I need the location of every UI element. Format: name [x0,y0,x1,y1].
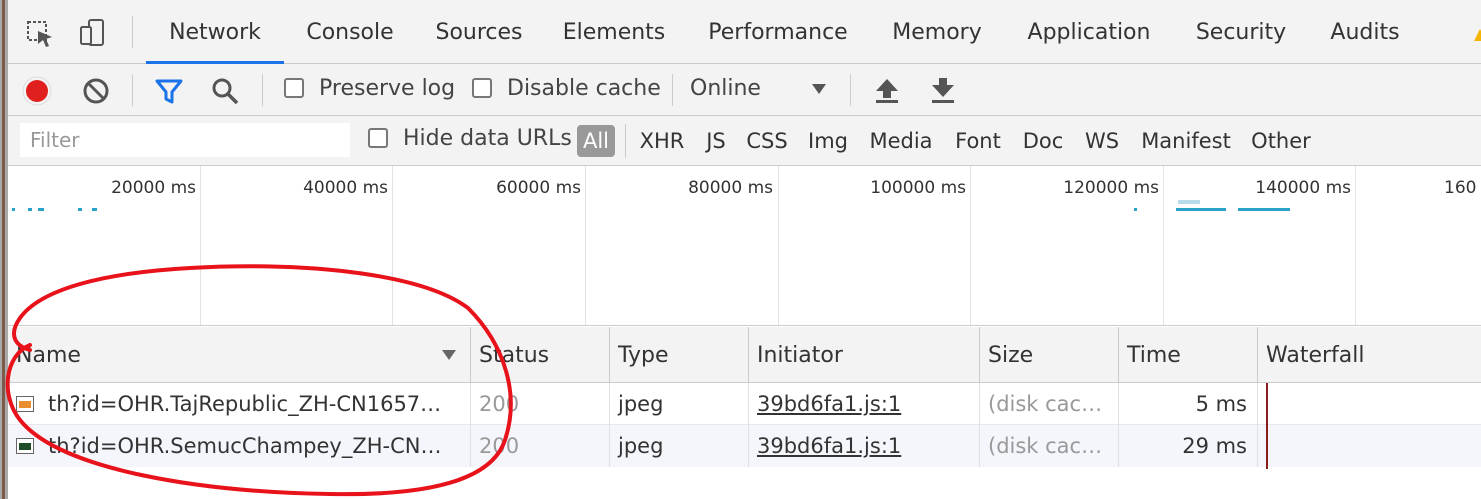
filter-separator [625,124,626,158]
image-thumbnail-icon [16,438,34,454]
record-icon[interactable] [20,74,54,108]
column-header-label: Time [1127,342,1181,368]
column-header-label: Type [618,342,669,368]
type-filter-manifest[interactable]: Manifest [1136,125,1236,157]
cell-name[interactable]: th?id=OHR.SemucChampey_ZH-CN… [8,425,470,467]
import-har-icon[interactable] [872,74,902,106]
tab-audits[interactable]: Audits [1320,0,1410,64]
tab-network[interactable]: Network [146,0,284,64]
type-filter-ws[interactable]: WS [1080,125,1124,157]
column-header-label: Initiator [757,342,843,368]
type-filter-img[interactable]: Img [804,125,852,157]
timeline-tick-label: 120000 ms [1063,178,1159,198]
tab-memory[interactable]: Memory [880,0,994,64]
timeline-tick-label: 100000 ms [870,178,966,198]
preserve-log-label: Preserve log [319,76,456,101]
preserve-log-checkbox[interactable] [284,78,304,98]
cell-type: jpeg [609,425,748,467]
hide-data-urls-checkbox[interactable] [368,128,388,148]
search-icon[interactable] [208,74,242,108]
column-header-initiator[interactable]: Initiator [748,327,979,383]
disable-cache-checkbox[interactable] [472,78,492,98]
tab-security[interactable]: Security [1184,0,1298,64]
type-filter-css[interactable]: CSS [742,125,792,157]
type-filter-font[interactable]: Font [950,125,1006,157]
filter-icon[interactable] [152,75,186,107]
table-row[interactable]: th?id=OHR.SemucChampey_ZH-CN… 200 jpeg 3… [8,425,1481,467]
tab-elements[interactable]: Elements [556,0,672,64]
tab-console[interactable]: Console [294,0,406,64]
column-header-type[interactable]: Type [609,327,748,383]
hide-data-urls-label: Hide data URLs [403,126,572,151]
timeline-tick-label: 40000 ms [303,178,388,198]
column-header-time[interactable]: Time [1118,327,1257,383]
cell-status: 200 [470,425,609,467]
column-header-label: Status [479,342,550,368]
timeline-tick-label: 60000 ms [496,178,581,198]
throttling-select[interactable]: Online [690,76,761,101]
disable-cache-label: Disable cache [507,76,661,101]
column-header-label: Size [988,342,1034,368]
toolbar-separator [850,74,851,106]
timeline-tick-label: 20000 ms [111,178,196,198]
type-filter-all[interactable]: All [577,125,615,157]
export-har-icon[interactable] [928,74,958,106]
tab-performance[interactable]: Performance [698,0,858,64]
column-header-status[interactable]: Status [470,327,609,383]
cell-size: (disk cac… [979,425,1118,467]
table-row[interactable]: th?id=OHR.TajRepublic_ZH-CN1657… 200 jpe… [8,383,1481,425]
type-filter-doc[interactable]: Doc [1018,125,1068,157]
toolbar-separator [262,74,263,106]
cell-name[interactable]: th?id=OHR.TajRepublic_ZH-CN1657… [8,383,470,425]
type-filter-xhr[interactable]: XHR [636,125,688,157]
network-toolbar: Preserve log Disable cache Online [8,64,1481,116]
cell-status: 200 [470,383,609,425]
request-name: th?id=OHR.TajRepublic_ZH-CN1657… [48,392,442,416]
inspect-element-icon[interactable] [24,18,56,50]
cell-time: 5 ms [1118,383,1257,425]
toolbar-separator [672,74,673,106]
chevron-down-icon[interactable] [808,78,830,100]
type-filter-other[interactable]: Other [1248,125,1314,157]
timeline-tick-label: 80000 ms [688,178,773,198]
cell-initiator[interactable]: 39bd6fa1.js:1 [748,383,979,425]
network-overview-timeline[interactable]: 20000 ms 40000 ms 60000 ms 80000 ms 1000… [8,166,1481,326]
request-name: th?id=OHR.SemucChampey_ZH-CN… [48,434,442,458]
tab-application[interactable]: Application [1018,0,1160,64]
clear-icon[interactable] [80,75,112,107]
cell-waterfall [1257,383,1481,425]
cell-type: jpeg [609,383,748,425]
warning-icon[interactable] [1470,26,1481,44]
timeline-tick-label: 160 [1444,178,1477,198]
cell-time: 29 ms [1118,425,1257,467]
image-thumbnail-icon [16,396,34,412]
requests-table: Name Status Type Initiator Size Time Wat… [8,327,1481,499]
waterfall-load-line [1266,383,1268,469]
type-filter-js[interactable]: JS [700,125,732,157]
timeline-tick-label: 140000 ms [1255,178,1351,198]
column-header-label: Name [16,342,81,368]
sort-descending-icon[interactable] [440,347,458,363]
device-toolbar-icon[interactable] [76,16,110,50]
column-header-label: Waterfall [1266,342,1365,368]
left-edge-strip [0,0,8,499]
cell-size: (disk cac… [979,383,1118,425]
column-header-waterfall[interactable]: Waterfall [1257,327,1481,383]
toolbar-separator [132,74,133,106]
type-filter-media[interactable]: Media [864,125,938,157]
table-header: Name Status Type Initiator Size Time Wat… [8,327,1481,383]
cell-initiator[interactable]: 39bd6fa1.js:1 [748,425,979,467]
initiator-link[interactable]: 39bd6fa1.js:1 [757,434,901,458]
filter-input[interactable] [20,123,350,157]
initiator-link[interactable]: 39bd6fa1.js:1 [757,392,901,416]
column-header-size[interactable]: Size [979,327,1118,383]
tab-bar-separator [132,16,133,48]
column-header-name[interactable]: Name [8,327,470,383]
tab-sources[interactable]: Sources [426,0,532,64]
devtools-tab-bar: Network Console Sources Elements Perform… [8,0,1481,64]
cell-waterfall [1257,425,1481,467]
